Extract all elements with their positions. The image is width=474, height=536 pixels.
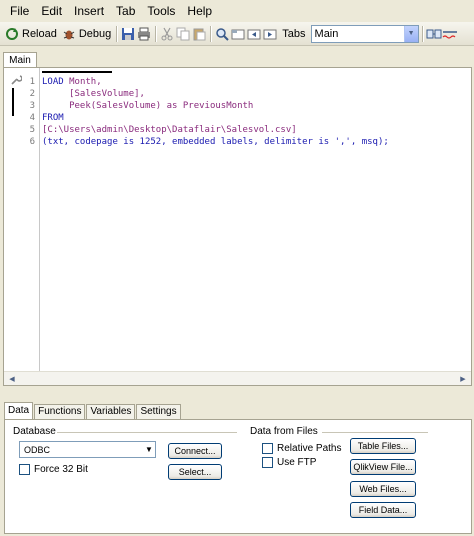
line-number: 5 [29, 125, 35, 135]
group-divider [322, 432, 428, 433]
tab-variables[interactable]: Variables [86, 404, 136, 419]
checkbox-box[interactable] [262, 443, 273, 454]
menu-help[interactable]: Help [181, 0, 218, 22]
line-gutter: 1 2 3 4 5 6 [4, 68, 40, 373]
connect-button[interactable]: Connect... [168, 443, 222, 459]
tab-select[interactable]: Main ▼ [310, 24, 419, 43]
menu-edit[interactable]: Edit [35, 0, 68, 22]
script-tab-strip: Main [0, 46, 474, 69]
tab-left-icon[interactable] [246, 26, 262, 42]
relative-paths-label: Relative Paths [277, 443, 342, 454]
line-number: 2 [29, 89, 35, 99]
line-number: 1 [29, 77, 35, 87]
line-number: 4 [29, 113, 35, 123]
script-editor[interactable]: 1 2 3 4 5 6 LOAD Month, [SalesVolume], P… [3, 67, 472, 386]
relative-paths-checkbox[interactable]: Relative Paths [262, 443, 341, 454]
paste-icon[interactable] [191, 26, 207, 42]
line-number: 6 [29, 137, 35, 147]
bottom-tab-strip: Data Functions Variables Settings [4, 402, 182, 420]
debug-button[interactable]: Debug [59, 24, 113, 44]
menu-bar: File Edit Insert Tab Tools Help [0, 0, 474, 22]
tab-settings[interactable]: Settings [136, 404, 181, 419]
toolbar-separator [155, 25, 157, 42]
tab-right-icon[interactable] [262, 26, 278, 42]
wrench-icon [11, 75, 22, 85]
toolbar: Reload Debug Tabs Main ▼ [0, 22, 474, 46]
code-line-4: FROM [42, 113, 64, 123]
chevron-down-icon[interactable]: ▼ [403, 25, 418, 42]
checkbox-box[interactable] [19, 464, 30, 475]
database-select[interactable]: ODBC ▼ [19, 441, 156, 458]
group-divider [57, 432, 237, 433]
reload-button[interactable]: Reload [2, 24, 59, 44]
qlikview-file-button[interactable]: QlikView File... [350, 459, 416, 475]
code-line-5: [C:\Users\admin\Desktop\Dataflair\Salesv… [42, 125, 297, 135]
cut-icon[interactable] [159, 26, 175, 42]
copy-icon[interactable] [175, 26, 191, 42]
reload-label: Reload [22, 27, 57, 40]
database-group-label: Database [13, 426, 56, 437]
save-icon[interactable] [120, 26, 136, 42]
select-button[interactable]: Select... [168, 464, 222, 480]
code-line-3: Peek(SalesVolume) as PreviousMonth [69, 101, 254, 111]
scroll-left-icon[interactable]: ◀ [6, 373, 18, 385]
web-files-button[interactable]: Web Files... [350, 481, 416, 497]
scroll-right-icon[interactable]: ▶ [457, 373, 469, 385]
table-files-button[interactable]: Table Files... [350, 438, 416, 454]
tab-functions[interactable]: Functions [34, 404, 86, 419]
database-value: ODBC [24, 444, 51, 455]
bracket-top [42, 71, 112, 73]
add-tab-icon[interactable] [230, 26, 246, 42]
tab-data[interactable]: Data [4, 402, 34, 419]
toolbar-separator [116, 25, 118, 42]
toolbar-separator [421, 25, 423, 42]
bug-icon [61, 26, 77, 42]
toolbar-separator [210, 25, 212, 42]
checkbox-box[interactable] [262, 457, 273, 468]
debug-label: Debug [78, 27, 112, 40]
menu-file[interactable]: File [4, 0, 35, 22]
edit-marker [12, 88, 14, 116]
chevron-down-icon[interactable]: ▼ [143, 445, 155, 454]
horizontal-scrollbar[interactable]: ◀ ▶ [4, 371, 471, 385]
force32-checkbox[interactable]: Force 32 Bit [19, 464, 88, 475]
line-number: 3 [29, 101, 35, 111]
data-from-files-label: Data from Files [250, 426, 318, 437]
menu-tab[interactable]: Tab [110, 0, 141, 22]
data-panel: Database ODBC ▼ Connect... Select... For… [4, 419, 472, 534]
force32-label: Force 32 Bit [34, 464, 88, 475]
use-ftp-checkbox[interactable]: Use FTP [262, 457, 316, 468]
print-icon[interactable] [136, 26, 152, 42]
field-data-button[interactable]: Field Data... [350, 502, 416, 518]
code-line-2: [SalesVolume], [69, 89, 145, 99]
table-viewer-icon[interactable] [426, 26, 442, 42]
use-ftp-label: Use FTP [277, 457, 317, 468]
code-line-1: LOAD Month, [42, 77, 102, 87]
reload-icon [4, 26, 20, 42]
menu-tools[interactable]: Tools [141, 0, 181, 22]
code-line-6: (txt, codepage is 1252, embedded labels,… [42, 137, 389, 147]
tabs-label: Tabs [282, 27, 306, 40]
syntax-check-icon[interactable] [442, 26, 458, 42]
menu-insert[interactable]: Insert [68, 0, 110, 22]
tab-select-value: Main [314, 27, 339, 40]
find-icon[interactable] [214, 26, 230, 42]
